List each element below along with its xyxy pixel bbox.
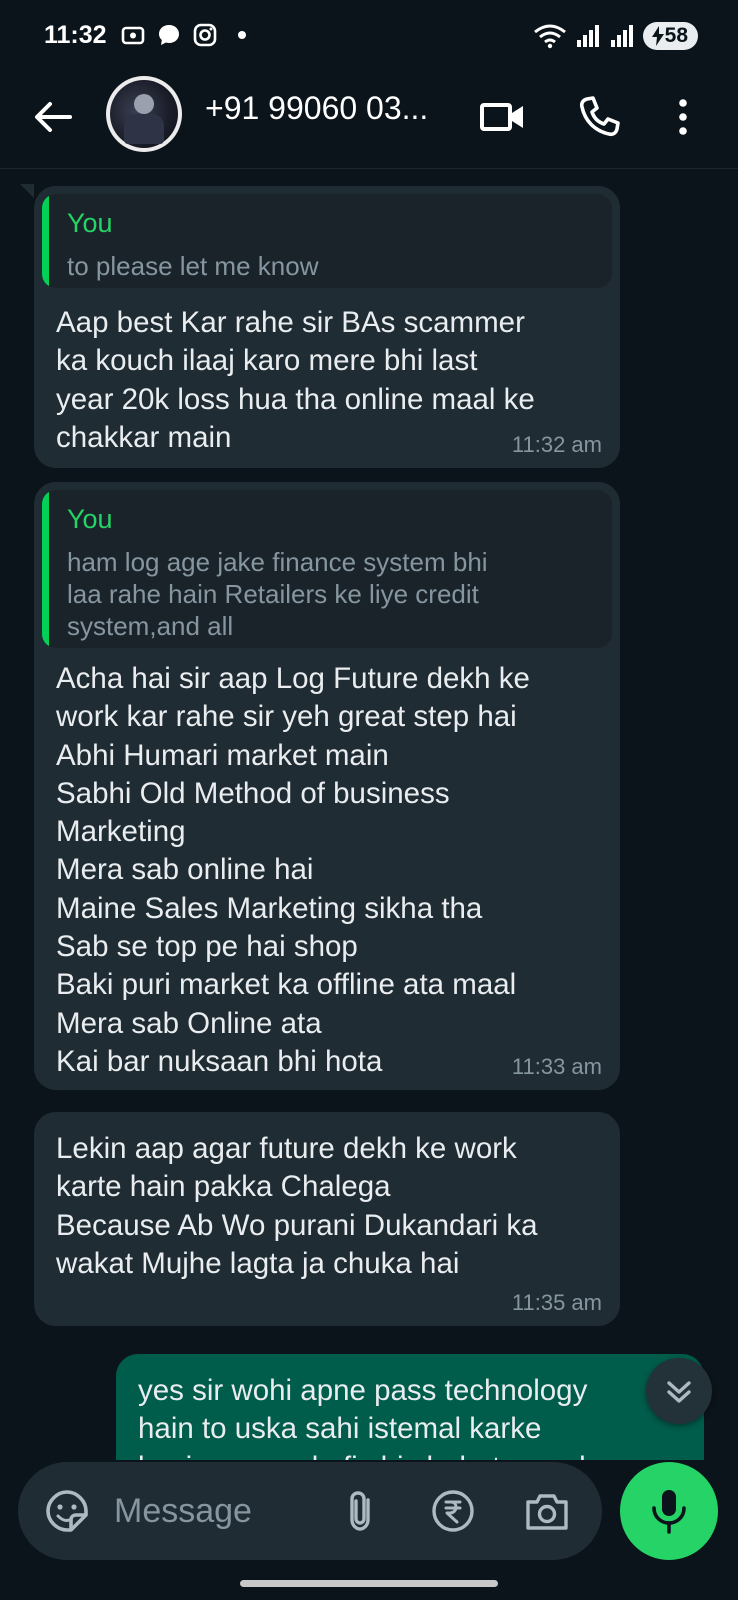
contact-name[interactable]: +91 99060 03... bbox=[205, 90, 428, 127]
screenshot-notification-icon bbox=[121, 26, 145, 45]
battery-indicator: 58 bbox=[642, 22, 698, 50]
more-notifications-dot bbox=[238, 31, 246, 39]
sticker-icon[interactable] bbox=[44, 1488, 90, 1534]
message-text: Acha hai sir aap Log Future dekh ke work… bbox=[56, 662, 530, 1078]
signal-icon-1 bbox=[576, 25, 599, 47]
quote-author: You bbox=[67, 504, 113, 534]
scroll-down-icon bbox=[667, 1381, 691, 1403]
status-bar: 11:32 58 bbox=[0, 0, 738, 72]
mic-icon bbox=[652, 1490, 686, 1534]
notification-icons bbox=[120, 22, 246, 48]
video-call-icon[interactable] bbox=[478, 92, 528, 142]
home-indicator[interactable] bbox=[240, 1580, 498, 1587]
chat-header: +91 99060 03... bbox=[0, 72, 738, 169]
message-input[interactable] bbox=[114, 1488, 304, 1534]
quote-text: ham log age jake finance system bhi laa … bbox=[67, 547, 488, 641]
quote-author: You bbox=[67, 208, 113, 238]
instagram-notification-icon bbox=[193, 23, 217, 47]
message-text: yes sir wohi apne pass technology hain t… bbox=[138, 1374, 620, 1460]
quote-accent-bar bbox=[42, 490, 49, 648]
system-icons: 58 bbox=[533, 22, 698, 50]
camera-icon[interactable] bbox=[523, 1488, 571, 1534]
quoted-reply[interactable]: You to please let me know bbox=[42, 194, 612, 288]
message-bubble-incoming[interactable]: You to please let me know Aap best Kar r… bbox=[34, 186, 620, 468]
battery-level: 58 bbox=[664, 24, 688, 47]
chat-notification-icon bbox=[159, 25, 179, 45]
charging-icon bbox=[651, 26, 664, 46]
quote-accent-bar bbox=[42, 194, 49, 288]
rupee-icon[interactable] bbox=[430, 1488, 476, 1534]
quote-text: to please let me know bbox=[67, 251, 319, 281]
bubble-tail bbox=[20, 184, 34, 198]
avatar-photo bbox=[110, 80, 178, 148]
chat-area[interactable]: You to please let me know Aap best Kar r… bbox=[0, 170, 738, 1460]
more-options-icon[interactable] bbox=[668, 92, 698, 142]
message-text: Aap best Kar rahe sir BAs scammer ka kou… bbox=[56, 306, 535, 454]
quoted-reply[interactable]: You ham log age jake finance system bhi … bbox=[42, 490, 612, 648]
message-composer bbox=[18, 1462, 602, 1560]
avatar[interactable] bbox=[106, 76, 182, 152]
attach-icon[interactable] bbox=[338, 1488, 384, 1534]
wifi-icon bbox=[533, 24, 566, 49]
message-time: 11:32 am bbox=[511, 432, 602, 457]
message-bubble-outgoing[interactable]: yes sir wohi apne pass technology hain t… bbox=[116, 1354, 704, 1460]
message-text: Lekin aap agar future dekh ke work karte… bbox=[56, 1132, 538, 1280]
message-time: 11:35 am bbox=[511, 1290, 602, 1315]
mic-button[interactable] bbox=[620, 1462, 718, 1560]
scroll-to-bottom-button[interactable] bbox=[646, 1358, 712, 1424]
message-time: 11:33 am bbox=[511, 1054, 602, 1079]
status-time: 11:32 bbox=[44, 21, 107, 49]
back-arrow-icon[interactable] bbox=[28, 92, 78, 142]
phone-icon[interactable] bbox=[574, 92, 624, 142]
message-bubble-incoming[interactable]: You ham log age jake finance system bhi … bbox=[34, 482, 620, 1090]
signal-icon-2 bbox=[610, 25, 633, 47]
message-bubble-incoming[interactable]: Lekin aap agar future dekh ke work karte… bbox=[34, 1112, 620, 1326]
